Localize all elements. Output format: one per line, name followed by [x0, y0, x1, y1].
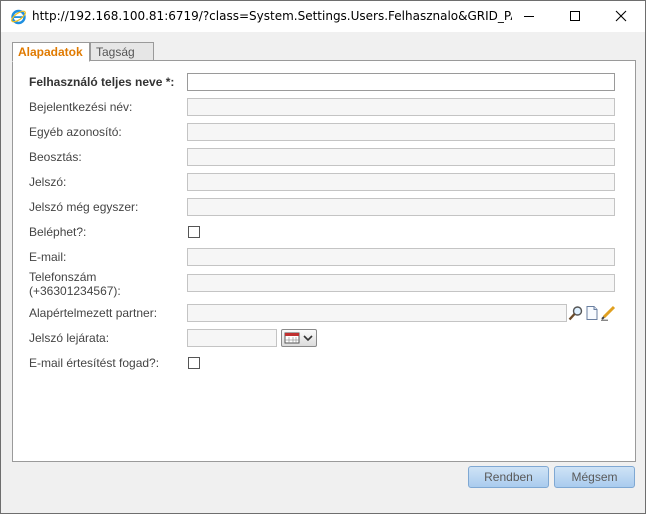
close-button[interactable] [598, 1, 644, 31]
maximize-button[interactable] [552, 1, 598, 31]
email-notify-label: E-mail értesítést fogad?: [29, 356, 160, 370]
password-again-input[interactable] [187, 198, 615, 216]
maximize-icon [570, 11, 580, 21]
form-panel: Felhasználó teljes neve *: Bejelentkezés… [12, 60, 636, 462]
password-expiry-input[interactable] [187, 329, 277, 347]
dialog-window: http://192.168.100.81:6719/?class=System… [0, 0, 646, 514]
email-input[interactable] [187, 248, 615, 266]
phone-label-line1: Telefonszám [29, 270, 97, 284]
email-label: E-mail: [29, 250, 67, 264]
phone-label-line2: (+36301234567): [29, 284, 121, 298]
can-login-label: Beléphet?: [29, 225, 87, 239]
login-name-label: Bejelentkezési név: [29, 100, 133, 114]
ok-button[interactable]: Rendben [468, 466, 549, 488]
can-login-checkbox[interactable] [188, 226, 200, 238]
default-partner-input[interactable] [187, 304, 567, 322]
tab-alapadatok[interactable]: Alapadatok [12, 42, 90, 62]
minimize-icon [524, 16, 534, 17]
title-bar: http://192.168.100.81:6719/?class=System… [1, 1, 645, 32]
position-input[interactable] [187, 148, 615, 166]
date-picker-button[interactable] [281, 329, 317, 347]
login-name-input[interactable] [187, 98, 615, 116]
window-title: http://192.168.100.81:6719/?class=System… [32, 9, 512, 23]
phone-input[interactable] [187, 274, 615, 292]
search-icon[interactable] [568, 305, 584, 321]
default-partner-label: Alapértelmezett partner: [29, 306, 158, 320]
password-label: Jelszó: [29, 175, 67, 189]
password-input[interactable] [187, 173, 615, 191]
internet-explorer-icon [11, 9, 26, 25]
other-id-label: Egyéb azonosító: [29, 125, 122, 139]
full-name-label: Felhasználó teljes neve *: [29, 75, 175, 89]
calendar-icon [284, 332, 313, 344]
close-icon [615, 10, 627, 22]
email-notify-checkbox[interactable] [188, 357, 200, 369]
tab-tagsag[interactable]: Tagság [90, 42, 154, 61]
edit-pencil-icon[interactable] [600, 305, 616, 321]
position-label: Beosztás: [29, 150, 82, 164]
full-name-input[interactable] [187, 73, 615, 91]
password-expiry-label: Jelszó lejárata: [29, 331, 110, 345]
minimize-button[interactable] [506, 1, 552, 31]
password-again-label: Jelszó még egyszer: [29, 200, 139, 214]
new-document-icon[interactable] [584, 305, 600, 321]
cancel-button[interactable]: Mégsem [554, 466, 635, 488]
other-id-input[interactable] [187, 123, 615, 141]
